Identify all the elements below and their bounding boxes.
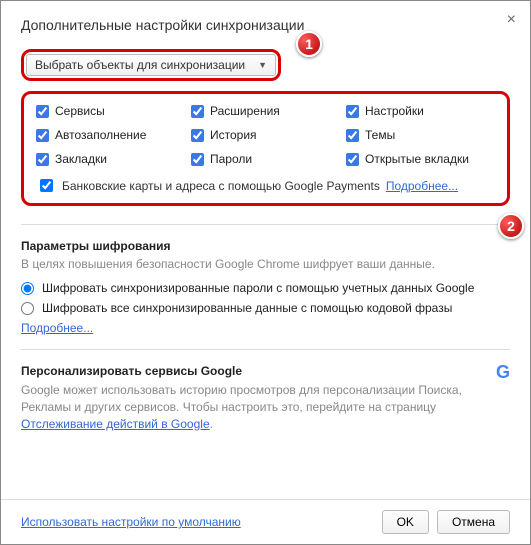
dialog-footer: Использовать настройки по умолчанию OK О… (1, 499, 530, 544)
sync-item-payments: Банковские карты и адреса с помощью Goog… (36, 176, 495, 195)
encrypt-option-passphrase[interactable]: Шифровать все синхронизированные данные … (21, 301, 510, 315)
sync-item-bookmarks[interactable]: Закладки (36, 152, 185, 166)
step-badge-2: 2 (498, 213, 524, 239)
checkbox[interactable] (36, 105, 49, 118)
google-logo-icon: G (496, 362, 510, 383)
sync-item-autofill[interactable]: Автозаполнение (36, 128, 185, 142)
sync-item-passwords[interactable]: Пароли (191, 152, 340, 166)
checkbox[interactable] (346, 105, 359, 118)
checkbox[interactable] (191, 129, 204, 142)
sync-item-themes[interactable]: Темы (346, 128, 495, 142)
cancel-button[interactable]: Отмена (437, 510, 510, 534)
payments-label: Банковские карты и адреса с помощью Goog… (62, 179, 380, 193)
ok-button[interactable]: OK (382, 510, 429, 534)
sync-settings-dialog: × Дополнительные настройки синхронизации… (0, 0, 531, 545)
step-badge-1: 1 (296, 31, 322, 57)
sync-item-history[interactable]: История (191, 128, 340, 142)
sync-item-extensions[interactable]: Расширения (191, 104, 340, 118)
chevron-down-icon: ▼ (258, 60, 267, 70)
dropdown-highlight: Выбрать объекты для синхронизации ▼ (21, 49, 281, 81)
reset-defaults-link[interactable]: Использовать настройки по умолчанию (21, 515, 241, 529)
personalize-title: Персонализировать сервисы Google (21, 364, 510, 378)
sync-item-services[interactable]: Сервисы (36, 104, 185, 118)
encryption-title: Параметры шифрования (21, 239, 510, 253)
sync-items-highlight: Сервисы Расширения Настройки Автозаполне… (21, 91, 510, 206)
encryption-section: Параметры шифрования В целях повышения б… (21, 239, 510, 335)
encryption-subtitle: В целях повышения безопасности Google Ch… (21, 257, 510, 271)
checkbox[interactable] (40, 179, 53, 192)
activity-tracking-link[interactable]: Отслеживание действий в Google (21, 417, 210, 431)
separator (21, 224, 510, 225)
checkbox[interactable] (346, 129, 359, 142)
payments-more-link[interactable]: Подробнее... (386, 179, 458, 193)
checkbox[interactable] (36, 129, 49, 142)
separator (21, 349, 510, 350)
encrypt-option-google[interactable]: Шифровать синхронизированные пароли с по… (21, 281, 510, 295)
encryption-more-link[interactable]: Подробнее... (21, 321, 93, 335)
sync-mode-dropdown[interactable]: Выбрать объекты для синхронизации ▼ (26, 54, 276, 76)
sync-item-open-tabs[interactable]: Открытые вкладки (346, 152, 495, 166)
sync-item-settings[interactable]: Настройки (346, 104, 495, 118)
close-button[interactable]: × (507, 11, 516, 29)
dialog-title: Дополнительные настройки синхронизации (21, 17, 510, 33)
sync-items-grid: Сервисы Расширения Настройки Автозаполне… (36, 104, 495, 166)
checkbox[interactable] (191, 105, 204, 118)
personalize-section: G Персонализировать сервисы Google Googl… (21, 364, 510, 432)
checkbox[interactable] (191, 153, 204, 166)
radio[interactable] (21, 282, 34, 295)
radio[interactable] (21, 302, 34, 315)
dropdown-label: Выбрать объекты для синхронизации (35, 58, 245, 72)
personalize-text: Google может использовать историю просмо… (21, 382, 510, 432)
checkbox[interactable] (36, 153, 49, 166)
checkbox[interactable] (346, 153, 359, 166)
